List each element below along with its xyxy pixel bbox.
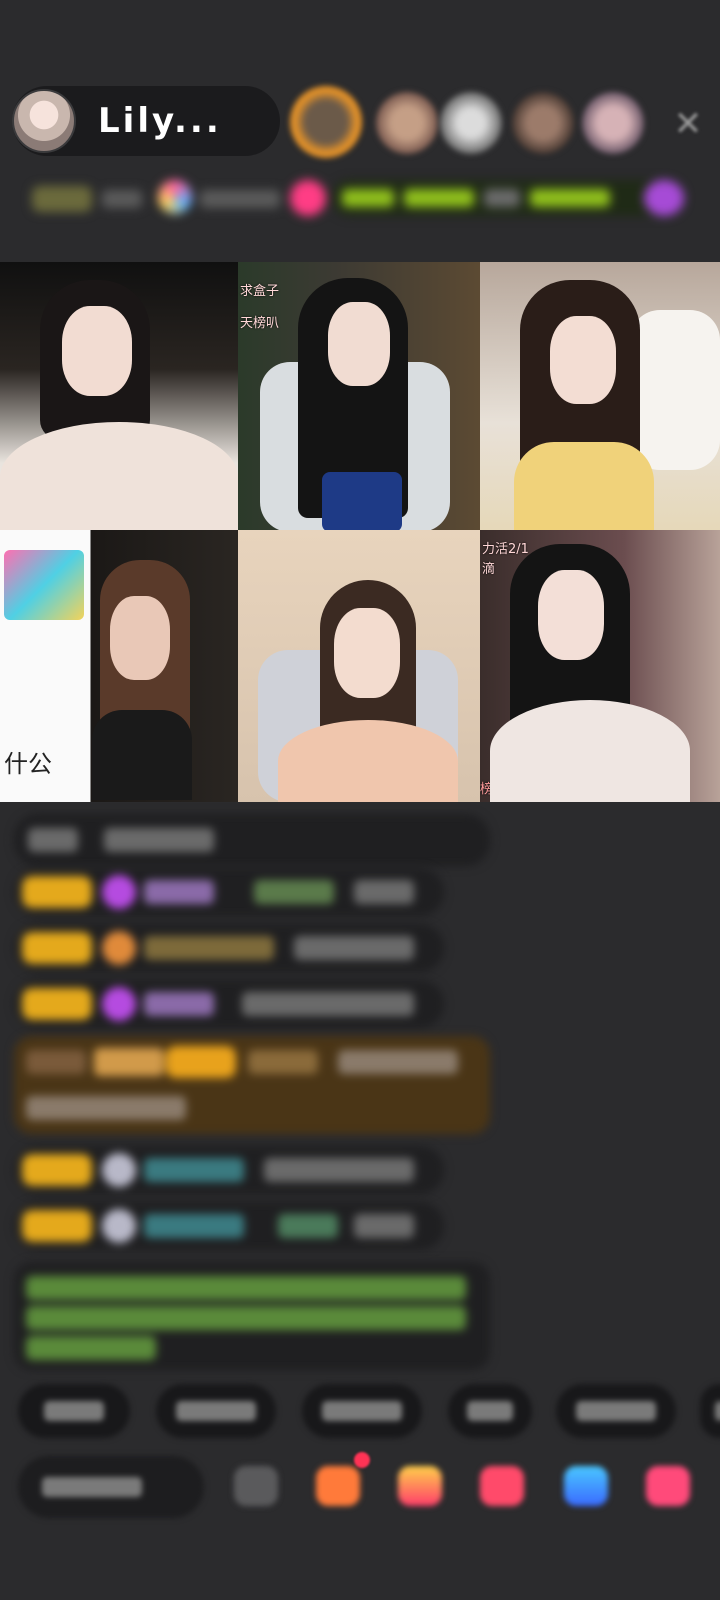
multi-guest-video-grid: 求盒子 天榜叭 什公 力活2/1 滴 榜叭 xyxy=(0,262,720,802)
colorful-orb-icon xyxy=(158,180,192,214)
cell-overlay-text: 什公 xyxy=(4,750,52,778)
quick-reply-button-2[interactable] xyxy=(156,1384,276,1438)
chat-input-field[interactable] xyxy=(18,1456,204,1518)
cell-overlay-text: 力活2/1 xyxy=(482,542,529,557)
chat-message-highlight xyxy=(14,1036,490,1134)
quick-reply-button-4[interactable] xyxy=(448,1384,532,1438)
video-cell-3[interactable] xyxy=(480,262,720,530)
top-viewer-avatar-1[interactable] xyxy=(290,86,362,158)
top-viewer-avatar-4[interactable] xyxy=(512,92,574,154)
chat-message xyxy=(14,924,444,972)
live-room-screen: { "header": { "host_name": "Lily...", "c… xyxy=(0,0,720,1600)
notification-dot xyxy=(354,1452,370,1468)
purple-badge-icon[interactable] xyxy=(644,180,684,216)
video-cell-6[interactable]: 力活2/1 滴 榜叭 xyxy=(480,530,720,802)
red-envelope-icon[interactable] xyxy=(480,1466,524,1506)
top-viewer-avatar-5[interactable] xyxy=(582,92,644,154)
video-cell-5[interactable] xyxy=(238,530,480,802)
emoji-icon[interactable] xyxy=(234,1466,278,1506)
chat-message xyxy=(14,980,444,1028)
treasure-icon[interactable] xyxy=(398,1466,442,1506)
rank-badge[interactable] xyxy=(32,186,92,212)
host-info-pill[interactable]: Lily... xyxy=(12,86,280,156)
cell-overlay-text: 求盒子 xyxy=(240,284,280,299)
top-viewer-avatar-3[interactable] xyxy=(440,92,502,154)
cell-overlay-text: 天榜叭 xyxy=(240,316,280,331)
quick-reply-button-1[interactable] xyxy=(18,1384,130,1438)
host-avatar[interactable] xyxy=(12,89,76,153)
cell-overlay-text: 滴 xyxy=(482,562,496,577)
quick-reply-button-6[interactable] xyxy=(700,1384,720,1438)
video-cell-1[interactable] xyxy=(0,262,238,530)
chat-message-system xyxy=(14,814,490,866)
activity-banner[interactable] xyxy=(332,180,672,216)
video-cell-4[interactable]: 什公 xyxy=(0,530,238,802)
pink-gift-icon[interactable] xyxy=(290,180,326,216)
top-viewer-avatar-2[interactable] xyxy=(376,92,438,154)
chat-message xyxy=(14,1202,444,1250)
quick-reply-button-5[interactable] xyxy=(556,1384,676,1438)
gift-box-icon[interactable] xyxy=(316,1466,360,1506)
video-cell-2[interactable]: 求盒子 天榜叭 xyxy=(238,262,480,530)
quick-reply-button-3[interactable] xyxy=(302,1384,422,1438)
more-icon[interactable] xyxy=(646,1466,690,1506)
game-icon[interactable] xyxy=(564,1466,608,1506)
room-info-row xyxy=(20,176,700,220)
chat-message xyxy=(14,868,444,916)
close-icon[interactable]: ✕ xyxy=(668,104,708,144)
chat-message xyxy=(14,1146,444,1194)
chat-message-notice xyxy=(14,1262,490,1370)
host-name: Lily... xyxy=(98,101,222,141)
